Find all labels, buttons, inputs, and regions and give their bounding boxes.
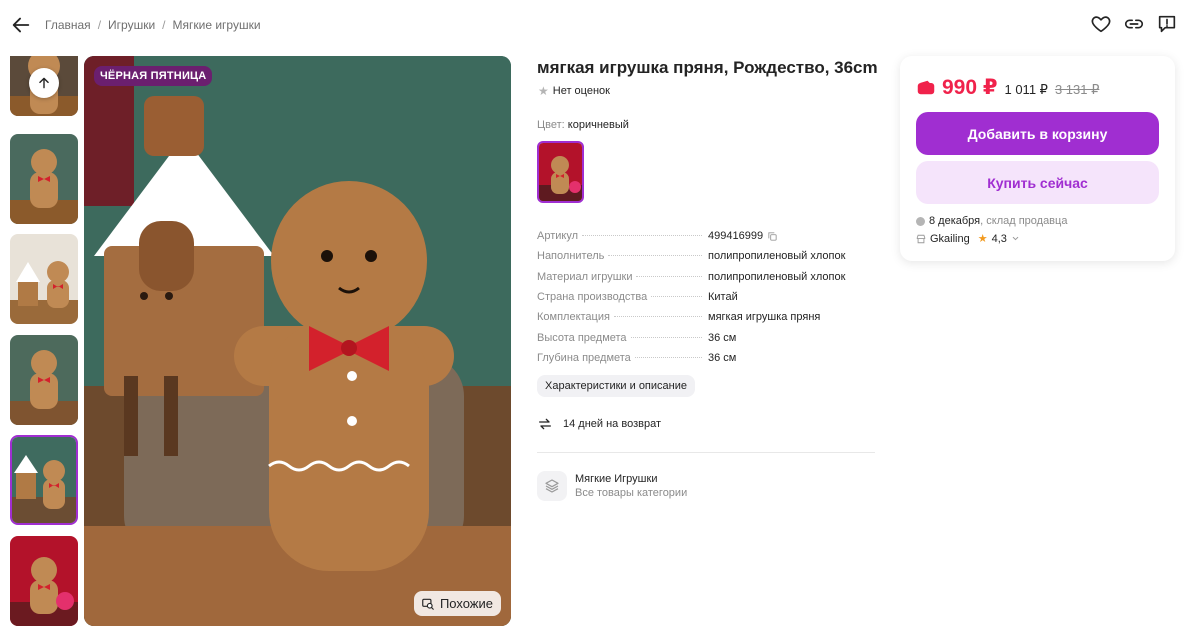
category-icon-box [537,471,567,501]
report-icon[interactable] [1156,13,1178,35]
breadcrumb-separator: / [162,18,166,32]
thumbnail-selected[interactable] [10,435,78,525]
thumbnail[interactable] [10,134,78,224]
price-alt: 1 011 ₽ [1004,82,1048,97]
thumbnail[interactable] [10,536,78,626]
category-subtitle: Все товары категории [575,487,688,499]
spec-key: Артикул [537,230,579,243]
category-title: Мягкие Игрушки [575,473,658,485]
breadcrumb-toys[interactable]: Игрушки [108,18,155,32]
spec-row: Материал игрушки полипропиленовый хлопок [537,267,877,287]
spec-row: Комплектация мягкая игрушка пряня [537,307,877,327]
breadcrumb-separator: / [97,18,102,32]
seller-name: Gkailing [930,232,970,245]
spec-row: Высота предмета 36 см [537,327,877,347]
arrow-up-icon [39,77,49,89]
wallet-icon [917,80,935,95]
scroll-up-button[interactable] [29,68,59,98]
spec-row: Артикул 499416999 [537,226,877,246]
color-value: коричневый [567,119,629,131]
details-chip[interactable]: Характеристики и описание [537,375,695,397]
spec-value: полипропиленовый хлопок [708,250,846,263]
return-text: 14 дней на возврат [563,418,661,430]
seller-rating: 4,3 [991,232,1007,245]
star-icon: ★ [538,84,549,98]
rating: ★ Нет оценок [538,84,610,98]
spec-key: Наполнитель [537,250,605,263]
buy-now-button[interactable]: Купить сейчас [916,161,1159,204]
color-row: Цвет: коричневый [537,119,629,131]
divider [537,452,875,453]
breadcrumb-soft-toys[interactable]: Мягкие игрушки [173,18,261,32]
delivery-info: 8 декабря, склад продавца [916,215,1067,227]
return-arrows-icon [539,418,551,430]
top-actions [1090,13,1178,35]
layers-icon [545,479,559,493]
seller-star-icon: ★ [977,233,988,245]
chevron-down-icon [1012,236,1019,241]
heart-icon[interactable] [1090,13,1112,35]
copy-icon[interactable] [767,231,778,242]
spec-key: Страна производства [537,291,648,304]
thumbnail-strip [10,56,78,631]
spec-value: мягкая игрушка пряня [708,311,821,324]
spec-key: Комплектация [537,311,610,324]
spec-key: Глубина предмета [537,351,631,364]
spec-row: Страна производства Китай [537,287,877,307]
price-old: 3 131 ₽ [1054,82,1100,97]
color-swatch[interactable] [537,141,584,203]
product-main-image[interactable]: ЧЁРНАЯ ПЯТНИЦА Похожие [84,56,511,626]
spec-key: Материал игрушки [537,270,633,283]
breadcrumb: Главная / Игрушки / Мягкие игрушки [45,18,261,32]
spec-row: Наполнитель полипропиленовый хлопок [537,246,877,266]
price-row: 990 ₽ 1 011 ₽ 3 131 ₽ [917,75,1099,100]
buy-card: 990 ₽ 1 011 ₽ 3 131 ₽ Добавить в корзину… [900,56,1175,261]
delivery-date: 8 декабря [929,215,981,227]
thumbnail[interactable] [10,234,78,324]
spec-value: полипропиленовый хлопок [708,270,846,283]
seller-link[interactable]: Gkailing ★ 4,3 [916,232,1020,245]
category-link[interactable]: Мягкие Игрушки Все товары категории [537,471,687,501]
spec-value: 36 см [708,331,737,344]
add-to-cart-button[interactable]: Добавить в корзину [916,112,1159,155]
product-title: мягкая игрушка пряня, Рождество, 36cm [537,58,878,77]
similar-search-icon [422,598,434,610]
delivery-icon [916,216,925,226]
spec-row: Глубина предмета 36 см [537,348,877,368]
price: 990 ₽ [942,76,998,99]
rating-text: Нет оценок [552,85,610,97]
similar-button[interactable]: Похожие [413,591,501,616]
spec-key: Высота предмета [537,331,627,344]
promo-badge: ЧЁРНАЯ ПЯТНИЦА [94,66,213,86]
shop-icon [916,234,926,243]
spec-value: 36 см [708,351,737,364]
gingerbread-photo [84,56,511,626]
spec-value: 499416999 [708,230,764,243]
link-icon[interactable] [1123,13,1145,35]
back-arrow-icon[interactable] [10,14,32,36]
delivery-source: , склад продавца [980,215,1068,227]
return-policy: 14 дней на возврат [537,416,661,432]
spec-list: Артикул 499416999 Наполнитель полипропил… [537,226,877,368]
breadcrumb-home[interactable]: Главная [45,18,91,32]
color-label: Цвет: [537,119,565,131]
thumbnail[interactable] [10,335,78,425]
similar-label: Похожие [439,596,493,611]
spec-value: Китай [708,291,738,304]
